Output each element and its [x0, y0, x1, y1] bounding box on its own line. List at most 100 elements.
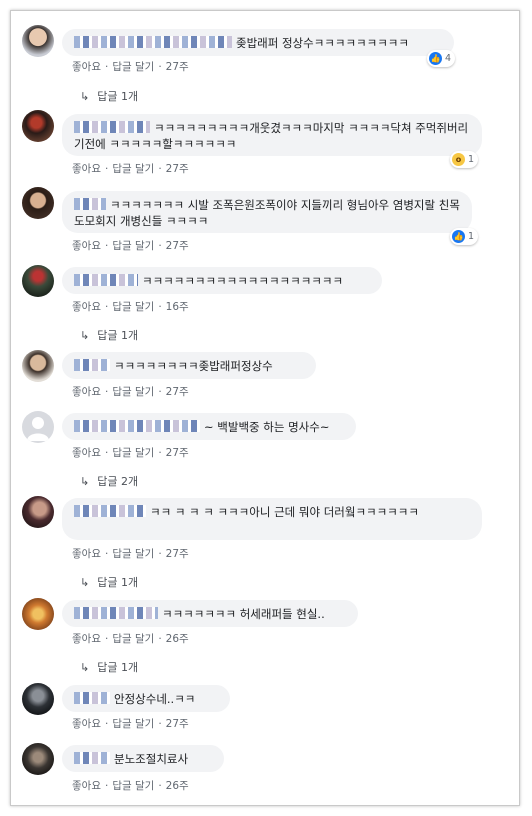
reply-arrow-icon: ↳ — [80, 661, 90, 674]
comment-actions: 좋아요 · 답글 달기 · 27주 — [72, 59, 189, 74]
reply-link[interactable]: 답글 달기 — [112, 161, 154, 176]
reply-arrow-icon: ↳ — [80, 576, 90, 589]
comment-bubble: 분노조절치료사 — [62, 745, 224, 772]
like-link[interactable]: 좋아요 — [72, 238, 101, 253]
comment-actions: 좋아요 · 답글 달기 · 27주 — [72, 716, 189, 731]
like-link[interactable]: 좋아요 — [72, 716, 101, 731]
commenter-name-redacted[interactable] — [74, 607, 158, 619]
comment-time[interactable]: 27주 — [166, 546, 189, 561]
replies-count: 답글 2개 — [97, 475, 139, 488]
reply-arrow-icon: ↳ — [80, 90, 90, 103]
avatar[interactable] — [22, 265, 54, 297]
comment-bubble: ㅋㅋㅋㅋㅋㅋㅋㅋ좆밥래퍼정상수 — [62, 352, 316, 379]
comment-time[interactable]: 27주 — [166, 384, 189, 399]
reaction-badge[interactable]: 👍 4 — [427, 50, 456, 67]
view-replies-link[interactable]: ↳ 답글 2개 — [80, 473, 138, 489]
default-avatar-icon[interactable] — [22, 411, 54, 443]
like-link[interactable]: 좋아요 — [72, 299, 101, 314]
comment-actions: 좋아요 · 답글 달기 · 27주 — [72, 384, 189, 399]
like-link[interactable]: 좋아요 — [72, 778, 101, 793]
comment-bubble: 좆밥래퍼 정상수ㅋㅋㅋㅋㅋㅋㅋㅋㅋ — [62, 29, 454, 56]
avatar[interactable] — [22, 496, 54, 528]
comment-bubble: ㅋㅋㅋㅋㅋㅋㅋ 시발 조폭은원조폭이야 지들끼리 형님아우 염병지랄 친목도모회… — [62, 191, 472, 233]
comment-time[interactable]: 27주 — [166, 59, 189, 74]
commenter-name-redacted[interactable] — [74, 274, 138, 286]
replies-count: 답글 1개 — [97, 329, 139, 342]
comment-text: ㅋㅋ ㅋ ㅋ ㅋ ㅋㅋㅋ아니 근데 뭐야 더러웤ㅋㅋㅋㅋㅋㅋ — [150, 505, 419, 519]
avatar[interactable] — [22, 110, 54, 142]
comment-time[interactable]: 26주 — [166, 631, 189, 646]
commenter-name-redacted[interactable] — [74, 420, 200, 432]
reply-link[interactable]: 답글 달기 — [112, 299, 154, 314]
like-link[interactable]: 좋아요 — [72, 631, 101, 646]
comment-text: 분노조절치료사 — [114, 752, 189, 766]
comment-actions: 좋아요 · 답글 달기 · 27주 — [72, 161, 189, 176]
like-link[interactable]: 좋아요 — [72, 546, 101, 561]
view-replies-link[interactable]: ↳ 답글 1개 — [80, 327, 138, 343]
commenter-name-redacted[interactable] — [74, 752, 110, 764]
comment-actions: 좋아요 · 답글 달기 · 27주 — [72, 445, 189, 460]
view-replies-link[interactable]: ↳ 답글 1개 — [80, 659, 138, 675]
commenter-name-redacted[interactable] — [74, 359, 110, 371]
avatar[interactable] — [22, 683, 54, 715]
comment-bubble: 안정상수네..ㅋㅋ — [62, 685, 230, 712]
replies-count: 답글 1개 — [97, 576, 139, 589]
like-icon: 👍 — [452, 230, 465, 243]
like-icon: 👍 — [429, 52, 442, 65]
commenter-name-redacted[interactable] — [74, 692, 110, 704]
comment-text: ㅋㅋㅋㅋㅋㅋㅋㅋ좆밥래퍼정상수 — [114, 359, 273, 373]
reply-arrow-icon: ↳ — [80, 475, 90, 488]
like-link[interactable]: 좋아요 — [72, 161, 101, 176]
comment-text: ~ 백발백중 하는 명사수~ — [204, 420, 330, 434]
comment-time[interactable]: 16주 — [166, 299, 189, 314]
comment-actions: 좋아요 · 답글 달기 · 26주 — [72, 778, 189, 793]
reply-link[interactable]: 답글 달기 — [112, 778, 154, 793]
reaction-count: 1 — [468, 231, 475, 242]
replies-count: 답글 1개 — [97, 90, 139, 103]
comment-bubble: ㅋㅋㅋㅋㅋㅋㅋ 허세래퍼들 현실.. — [62, 600, 358, 627]
comment-text: ㅋㅋㅋㅋㅋㅋㅋ 시발 조폭은원조폭이야 지들끼리 형님아우 염병지랄 친목도모회… — [74, 198, 460, 228]
wow-icon: o — [452, 153, 465, 166]
comment-bubble: ㅋㅋㅋㅋㅋㅋㅋㅋㅋ개웃겼ㅋㅋㅋ마지막 ㅋㅋㅋㅋ닥쳐 주먹쥐버리기전에 ㅋㅋㅋㅋㅋ… — [62, 114, 482, 156]
comment-bubble: ~ 백발백중 하는 명사수~ — [62, 413, 356, 440]
reply-link[interactable]: 답글 달기 — [112, 631, 154, 646]
comment-text: 좆밥래퍼 정상수ㅋㅋㅋㅋㅋㅋㅋㅋㅋ — [236, 36, 409, 50]
avatar[interactable] — [22, 187, 54, 219]
like-link[interactable]: 좋아요 — [72, 445, 101, 460]
comment-time[interactable]: 27주 — [166, 161, 189, 176]
comment-time[interactable]: 27주 — [166, 716, 189, 731]
comment-time[interactable]: 26주 — [166, 778, 189, 793]
commenter-name-redacted[interactable] — [74, 36, 232, 48]
comment-text: ㅋㅋㅋㅋㅋㅋㅋ 허세래퍼들 현실.. — [162, 607, 325, 621]
reply-link[interactable]: 답글 달기 — [112, 716, 154, 731]
reaction-count: 4 — [445, 53, 452, 64]
avatar[interactable] — [22, 25, 54, 57]
comment-actions: 좋아요 · 답글 달기 · 27주 — [72, 238, 189, 253]
like-link[interactable]: 좋아요 — [72, 59, 101, 74]
replies-count: 답글 1개 — [97, 661, 139, 674]
reply-link[interactable]: 답글 달기 — [112, 384, 154, 399]
view-replies-link[interactable]: ↳ 답글 1개 — [80, 574, 138, 590]
comment-bubble: ㅋㅋ ㅋ ㅋ ㅋ ㅋㅋㅋ아니 근데 뭐야 더러웤ㅋㅋㅋㅋㅋㅋ — [62, 498, 482, 540]
comment-text: 안정상수네..ㅋㅋ — [114, 692, 196, 706]
commenter-name-redacted[interactable] — [74, 121, 150, 133]
comment-time[interactable]: 27주 — [166, 238, 189, 253]
comment-time[interactable]: 27주 — [166, 445, 189, 460]
view-replies-link[interactable]: ↳ 답글 1개 — [80, 88, 138, 104]
reaction-count: 1 — [468, 154, 475, 165]
avatar[interactable] — [22, 743, 54, 775]
comment-actions: 좋아요 · 답글 달기 · 16주 — [72, 299, 189, 314]
reaction-badge[interactable]: 👍 1 — [450, 228, 479, 245]
reply-link[interactable]: 답글 달기 — [112, 238, 154, 253]
reply-link[interactable]: 답글 달기 — [112, 445, 154, 460]
avatar[interactable] — [22, 598, 54, 630]
avatar[interactable] — [22, 350, 54, 382]
comment-actions: 좋아요 · 답글 달기 · 26주 — [72, 631, 189, 646]
reply-link[interactable]: 답글 달기 — [112, 546, 154, 561]
like-link[interactable]: 좋아요 — [72, 384, 101, 399]
commenter-name-redacted[interactable] — [74, 505, 146, 517]
comment-actions: 좋아요 · 답글 달기 · 27주 — [72, 546, 189, 561]
reaction-badge[interactable]: o1 — [450, 151, 479, 168]
reply-link[interactable]: 답글 달기 — [112, 59, 154, 74]
commenter-name-redacted[interactable] — [74, 198, 106, 210]
